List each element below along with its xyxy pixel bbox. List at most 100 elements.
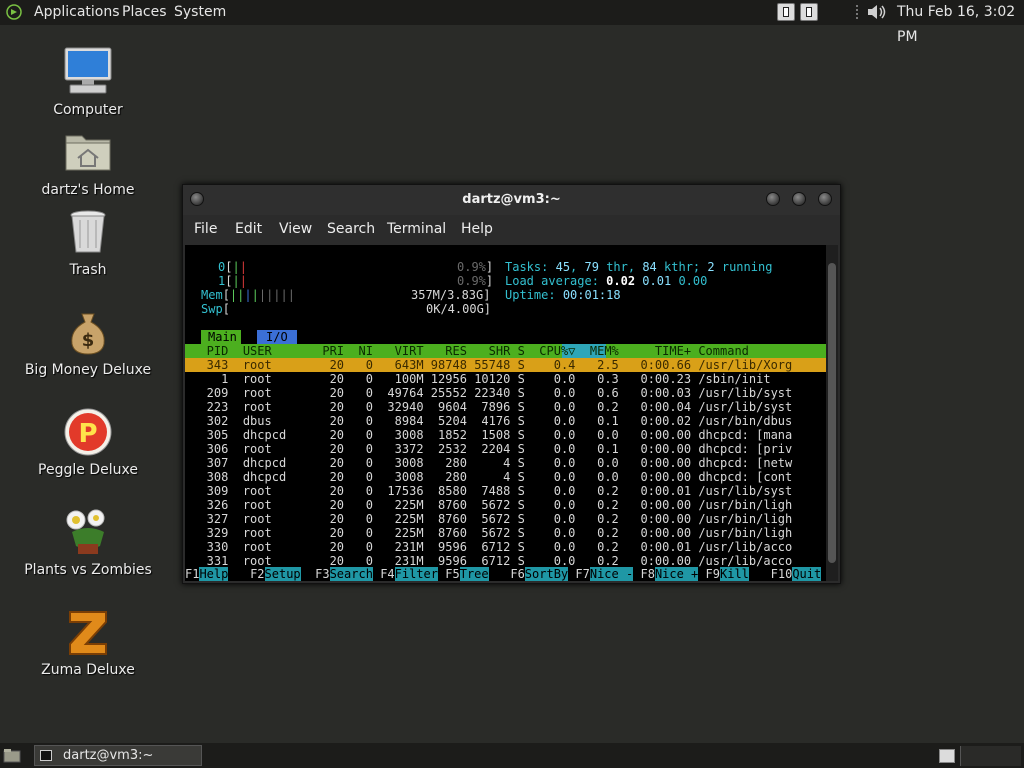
process-cell-time: 0:00.03: [626, 386, 692, 400]
process-cell-mem: 0.2: [582, 498, 619, 512]
cpu1-meter: 1[||: [218, 274, 247, 288]
process-cell-ni: 0: [351, 386, 373, 400]
menu-edit[interactable]: Edit: [235, 221, 262, 237]
panel-launcher-button-2[interactable]: [800, 3, 818, 21]
show-desktop-icon[interactable]: [3, 748, 21, 764]
clock[interactable]: Thu Feb 16, 3:02 PM: [897, 0, 1024, 50]
process-cell-time: 0:00.00: [626, 512, 692, 526]
process-cell-user: dhcpcd: [242, 456, 308, 470]
column-header: SHR: [466, 344, 511, 358]
process-cell-res: 9604: [423, 400, 467, 414]
process-cell-ni: 0: [351, 428, 373, 442]
process-cell-mem: 2.5: [582, 358, 619, 372]
process-cell-virt: 100M: [380, 372, 424, 386]
fkey-f4[interactable]: F4Filter: [380, 567, 439, 581]
desktop-icon-label: Trash: [69, 262, 107, 278]
fkey-f3[interactable]: F3Search: [315, 567, 373, 581]
process-cell-mem: 0.1: [582, 442, 619, 456]
process-cell-cmd: /usr/lib/syst: [698, 386, 800, 400]
taskbar-item-terminal[interactable]: dartz@vm3:~: [34, 745, 202, 766]
column-header: MEM%: [582, 344, 619, 358]
home-folder-icon: [62, 126, 114, 178]
window-icon: [783, 7, 789, 17]
menu-search[interactable]: Search: [327, 221, 375, 237]
process-cell-cpu: 0.0: [539, 400, 576, 414]
process-cell-cmd: /sbin/init: [698, 372, 800, 386]
process-cell-s: S: [517, 484, 525, 498]
process-cell-cpu: 0.0: [539, 414, 576, 428]
process-cell-ni: 0: [351, 400, 373, 414]
system-menu[interactable]: System: [174, 0, 226, 25]
process-cell-cpu: 0.0: [539, 554, 576, 568]
fkey-f9[interactable]: F9Kill: [706, 567, 749, 581]
process-cell-pid: 223: [192, 400, 229, 414]
taskbar-item-label: dartz@vm3:~: [63, 748, 154, 763]
panel-launcher-button[interactable]: [777, 3, 795, 21]
process-cell-pri: 20: [322, 484, 345, 498]
desktop-icon-label: Peggle Deluxe: [38, 462, 138, 478]
menu-view[interactable]: View: [279, 221, 312, 237]
fkey-f8[interactable]: F8Nice +: [640, 567, 699, 581]
workspace-area[interactable]: [960, 746, 1021, 766]
menu-help[interactable]: Help: [461, 221, 493, 237]
process-cell-shr: 1508: [466, 428, 511, 442]
process-cell-res: 8760: [423, 512, 467, 526]
process-cell-res: 280: [423, 470, 467, 484]
process-cell-mem: 0.3: [582, 372, 619, 386]
close-icon[interactable]: [818, 192, 832, 206]
gnome-foot-icon[interactable]: [6, 4, 22, 20]
process-cell-mem: 0.6: [582, 386, 619, 400]
tab-main[interactable]: Main: [201, 330, 241, 344]
zuma-icon: [62, 606, 114, 658]
maximize-icon[interactable]: [792, 192, 806, 206]
fkey-f2[interactable]: F2Setup: [250, 567, 301, 581]
process-cell-ni: 0: [351, 456, 373, 470]
menu-file[interactable]: File: [194, 221, 217, 237]
desktop-icon-computer[interactable]: Computer: [18, 46, 158, 118]
workspace-switcher[interactable]: [939, 749, 955, 763]
desktop-icon-peggle[interactable]: P Peggle Deluxe: [18, 406, 158, 478]
process-cell-user: dhcpcd: [242, 470, 308, 484]
minimize-icon[interactable]: [766, 192, 780, 206]
desktop-icon-big-money[interactable]: $ Big Money Deluxe: [18, 306, 158, 378]
column-header: PRI: [322, 344, 345, 358]
applications-menu[interactable]: Applications: [34, 0, 120, 25]
terminal-screen[interactable]: 0[|| 0.9%] 1[|| 0.9%] Mem[||||||||| 357M…: [185, 245, 826, 581]
desktop-icon-zuma[interactable]: Zuma Deluxe: [18, 606, 158, 678]
terminal-scrollbar[interactable]: [826, 245, 838, 581]
fkey-f10[interactable]: F10Quit: [771, 567, 822, 581]
window-menu-icon[interactable]: [190, 192, 204, 206]
menu-terminal[interactable]: Terminal: [387, 221, 446, 237]
desktop-icon-trash[interactable]: Trash: [18, 206, 158, 278]
process-cell-mem: 0.2: [582, 554, 619, 568]
fkey-f6[interactable]: F6SortBy: [510, 567, 569, 581]
tab-io[interactable]: I/O: [257, 330, 297, 344]
process-cell-virt: 225M: [380, 498, 424, 512]
plants-icon: [62, 506, 114, 558]
process-cell-s: S: [517, 386, 525, 400]
desktop-icon-plants[interactable]: Plants vs Zombies: [18, 506, 158, 578]
column-header: S: [517, 344, 525, 358]
column-header: CPU%▽: [539, 344, 576, 358]
process-cell-time: 0:00.00: [626, 428, 692, 442]
scrollbar-thumb[interactable]: [828, 263, 836, 563]
fkey-f7[interactable]: F7Nice -: [575, 567, 634, 581]
window-titlebar[interactable]: dartz@vm3:~: [183, 185, 840, 215]
fkey-f1[interactable]: F1Help: [185, 567, 229, 581]
places-menu[interactable]: Places: [122, 0, 167, 25]
process-cell-time: 0:00.00: [626, 526, 692, 540]
process-cell-cpu: 0.0: [539, 428, 576, 442]
terminal-icon: [40, 750, 52, 761]
desktop-icon-label: dartz's Home: [41, 182, 135, 198]
process-cell-cpu: 0.0: [539, 526, 576, 540]
mem-meter: Mem[|||||||||: [201, 288, 295, 302]
process-cell-shr: 2204: [466, 442, 511, 456]
process-cell-user: dbus: [242, 414, 308, 428]
process-cell-virt: 231M: [380, 554, 424, 568]
swp-value: 0K/4.00G]: [426, 302, 492, 316]
desktop-icon-home[interactable]: dartz's Home: [18, 126, 158, 198]
process-cell-res: 5204: [423, 414, 467, 428]
volume-icon[interactable]: [866, 3, 888, 21]
process-cell-virt: 3008: [380, 470, 424, 484]
fkey-f5[interactable]: F5Tree: [445, 567, 489, 581]
